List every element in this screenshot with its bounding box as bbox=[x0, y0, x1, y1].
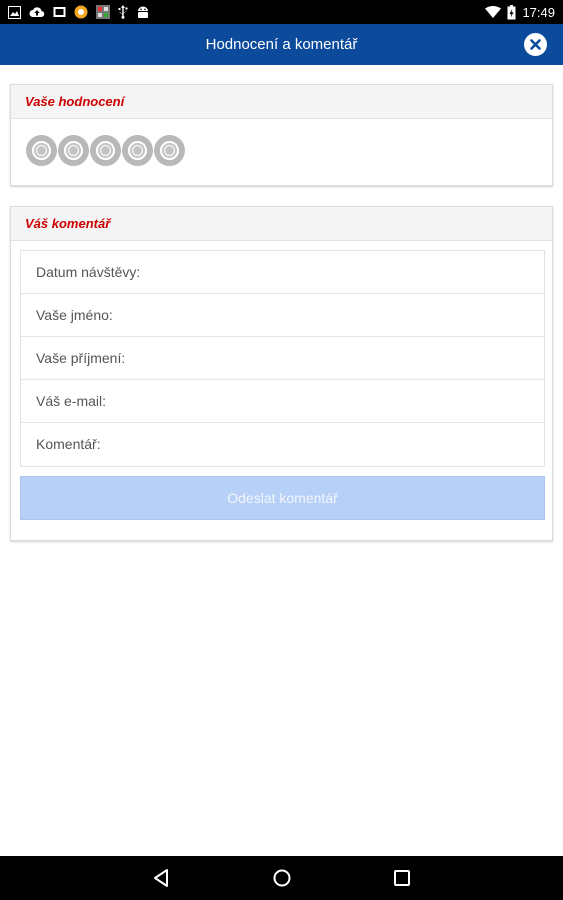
home-icon[interactable] bbox=[272, 868, 292, 888]
screen-icon bbox=[53, 7, 66, 17]
star-inner bbox=[100, 145, 111, 156]
android-icon bbox=[138, 6, 148, 18]
usb-icon bbox=[118, 5, 128, 19]
rating-star-3[interactable] bbox=[90, 135, 121, 166]
star-inner bbox=[36, 145, 47, 156]
notification-circle-icon bbox=[74, 5, 88, 19]
star-inner bbox=[68, 145, 79, 156]
comment-field[interactable]: Komentář: bbox=[21, 423, 544, 466]
close-icon bbox=[530, 39, 541, 50]
rating-star-4[interactable] bbox=[122, 135, 153, 166]
rating-stars bbox=[26, 135, 185, 166]
navigation-bar bbox=[0, 856, 563, 900]
recents-icon[interactable] bbox=[393, 868, 411, 888]
app-bar: Hodnocení a komentář bbox=[0, 24, 563, 65]
comment-section-title: Váš komentář bbox=[11, 207, 552, 241]
star-inner bbox=[132, 145, 143, 156]
rating-star-1[interactable] bbox=[26, 135, 57, 166]
cloud-upload-icon bbox=[29, 7, 45, 18]
page-title: Hodnocení a komentář bbox=[205, 36, 358, 53]
rating-star-5[interactable] bbox=[154, 135, 185, 166]
status-time: 17:49 bbox=[522, 4, 555, 20]
star-inner bbox=[164, 145, 175, 156]
rating-section-title: Vaše hodnocení bbox=[11, 85, 552, 119]
submit-comment-button[interactable]: Odeslat komentář bbox=[20, 476, 545, 520]
rating-card: Vaše hodnocení bbox=[10, 84, 553, 186]
app-icon bbox=[96, 5, 110, 19]
email-field[interactable]: Váš e-mail: bbox=[21, 380, 544, 423]
comment-card: Váš komentář Datum návštěvy: Vaše jméno:… bbox=[10, 206, 553, 541]
first-name-field[interactable]: Vaše jméno: bbox=[21, 294, 544, 337]
last-name-field[interactable]: Vaše příjmení: bbox=[21, 337, 544, 380]
image-icon bbox=[8, 5, 21, 19]
close-button[interactable] bbox=[524, 33, 547, 56]
back-icon[interactable] bbox=[152, 868, 170, 888]
status-bar: 17:49 bbox=[0, 0, 563, 24]
rating-star-2[interactable] bbox=[58, 135, 89, 166]
visit-date-field[interactable]: Datum návštěvy: bbox=[21, 251, 544, 294]
wifi-icon bbox=[485, 6, 502, 18]
battery-charging-icon bbox=[507, 4, 516, 19]
comment-form: Datum návštěvy: Vaše jméno: Vaše příjmen… bbox=[20, 250, 545, 467]
